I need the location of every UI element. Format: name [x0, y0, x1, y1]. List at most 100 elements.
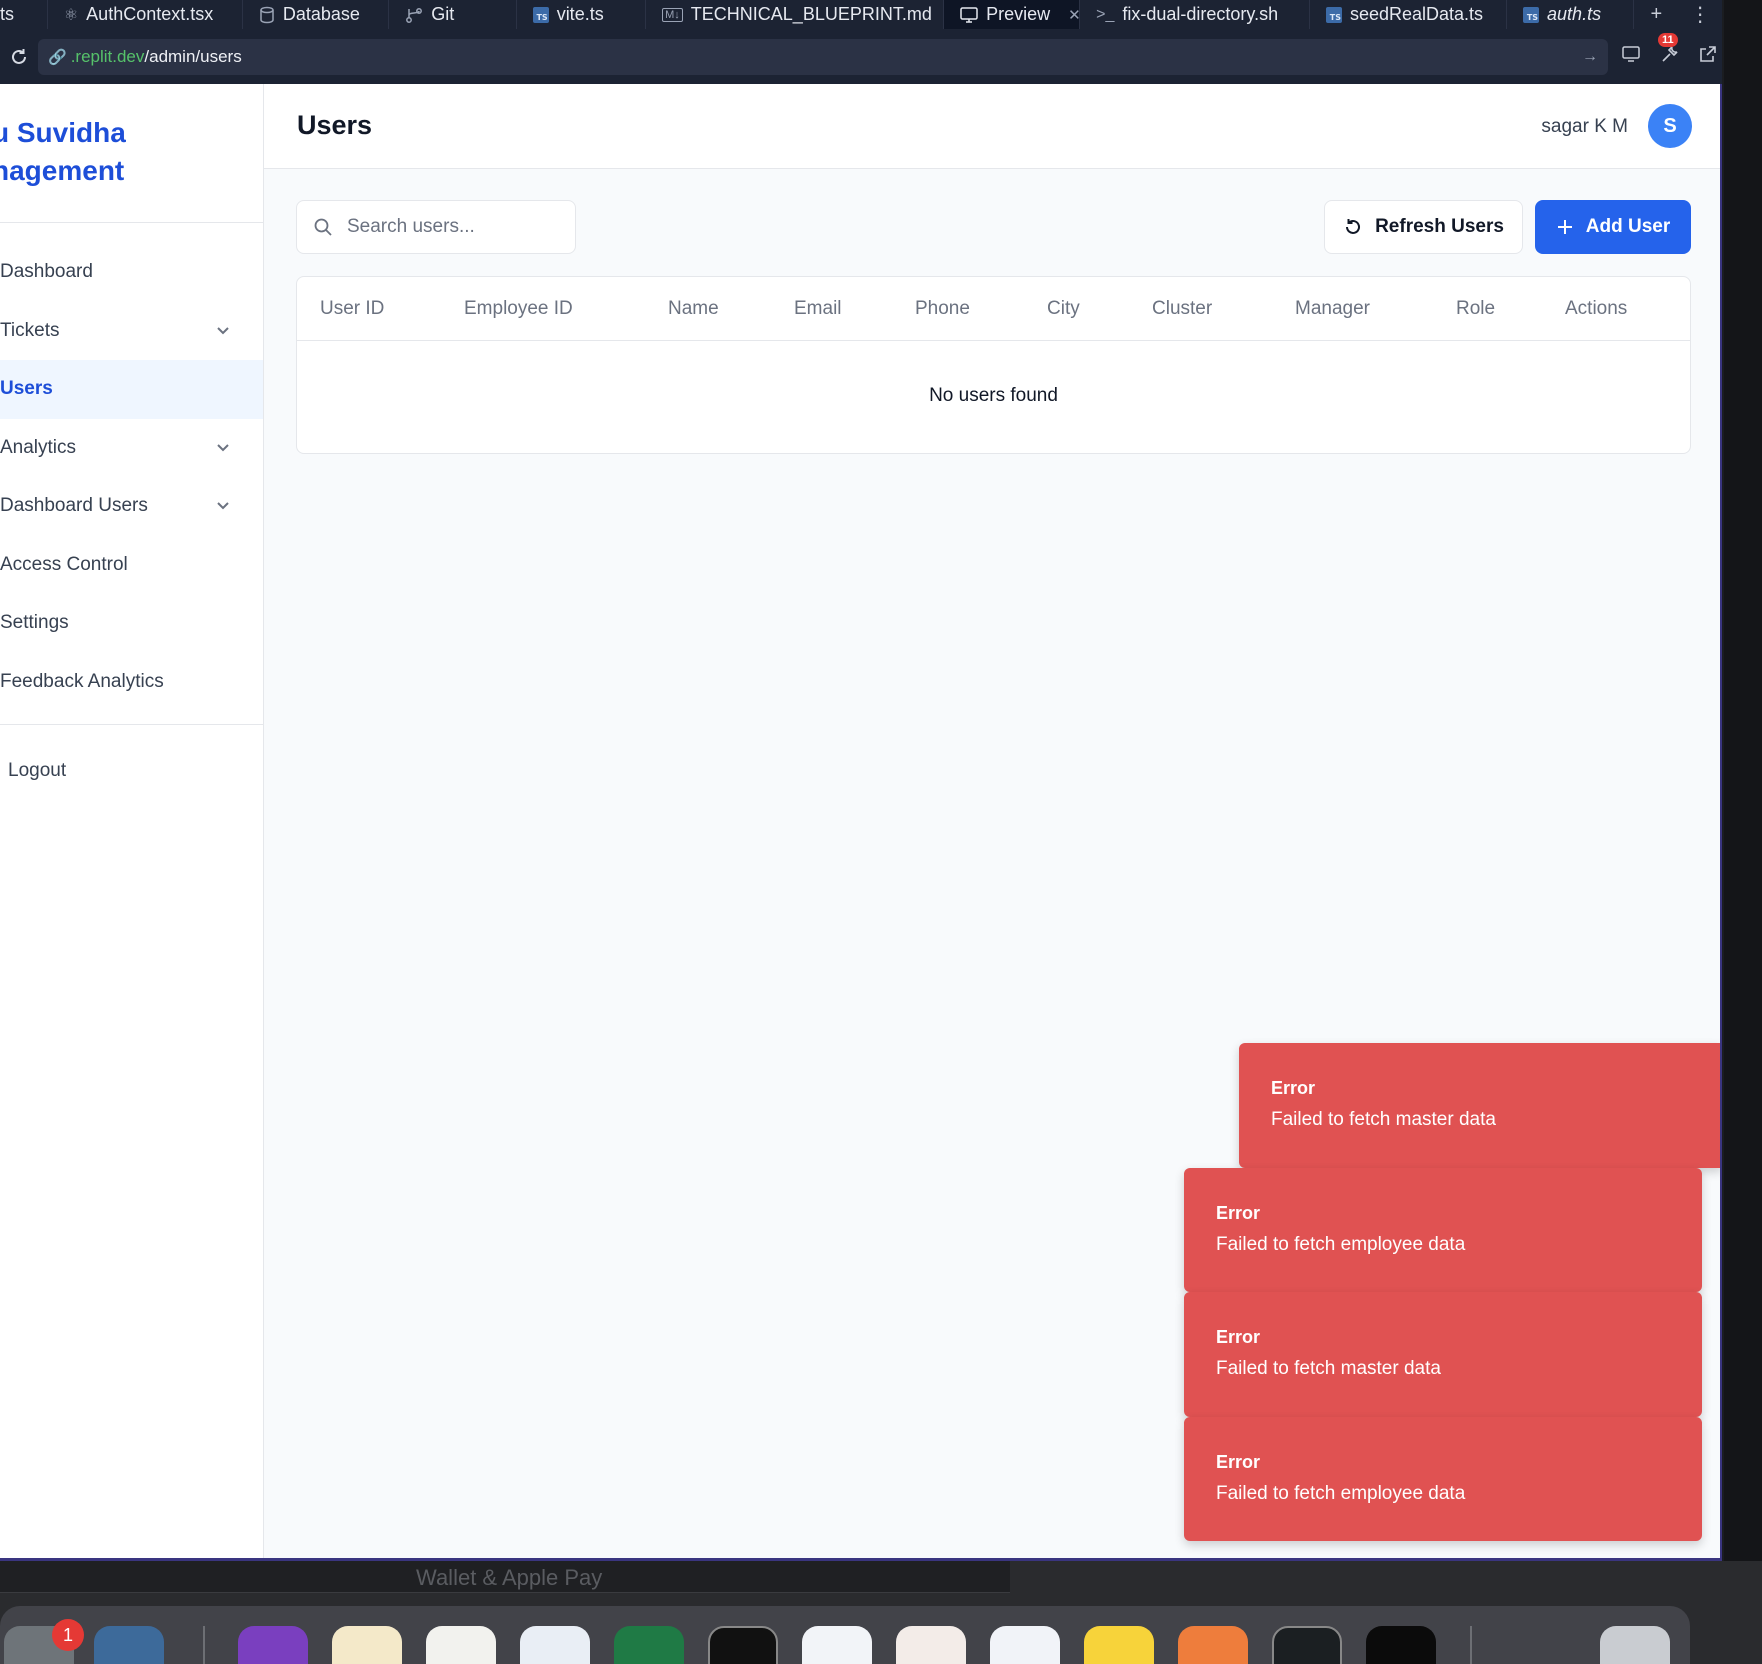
url-field[interactable]: 🔗 .replit.dev /admin/users → — [38, 38, 1608, 75]
sidebar-item-label: Analytics — [0, 436, 77, 458]
search-box — [296, 200, 576, 254]
powerpoint-icon[interactable] — [896, 1626, 966, 1664]
brand-line-1: u Suvidha — [0, 117, 126, 148]
tab-label: seedRealData.ts — [1349, 4, 1484, 24]
toast-message: Failed to fetch master data — [1271, 1109, 1496, 1130]
reload-icon[interactable] — [0, 29, 38, 84]
logout-button[interactable]: Logout — [8, 760, 66, 782]
refresh-users-button[interactable]: Refresh Users — [1324, 200, 1523, 254]
background-window-text: Wallet & Apple Pay — [416, 1565, 603, 1590]
app-icon[interactable] — [332, 1626, 402, 1664]
toast-title: Error — [1216, 1327, 1261, 1347]
tab-technical-blueprint[interactable]: M↓ TECHNICAL_BLUEPRINT.md — [646, 0, 945, 29]
tab-authcontext[interactable]: ⚛ AuthContext.tsx — [48, 0, 243, 29]
error-toast[interactable]: Error Failed to fetch employee data — [1184, 1168, 1702, 1292]
error-toast[interactable]: Error Failed to fetch master data — [1239, 1043, 1720, 1168]
sidebar-item-users[interactable]: Users — [0, 360, 263, 419]
tab-label: Git — [431, 4, 455, 24]
tab-label: Preview — [986, 4, 1051, 24]
search-icon — [314, 218, 332, 236]
add-user-button[interactable]: Add User — [1535, 200, 1691, 254]
table-header: User ID Employee ID Name Email Phone Cit… — [297, 277, 1690, 341]
sidebar-nav: Dashboard Tickets Users Analytics Dashbo… — [0, 223, 263, 711]
background-window-strip: Wallet & Apple Pay — [0, 1561, 1010, 1593]
brand-line-2: nagement — [0, 155, 125, 186]
arrow-right-icon[interactable]: → — [1582, 48, 1598, 66]
devices-icon[interactable] — [1622, 45, 1642, 69]
tab-ts[interactable]: ts — [0, 0, 48, 29]
column-header[interactable]: Phone — [915, 298, 970, 320]
user-name: sagar K M — [1541, 116, 1628, 137]
sidebar-item-access-control[interactable]: Access Control — [0, 536, 263, 595]
devtools-wrench-icon[interactable]: 11 — [1658, 32, 1680, 70]
toast-title: Error — [1271, 1078, 1316, 1098]
excel-icon[interactable] — [614, 1626, 684, 1664]
monitor-icon — [960, 6, 978, 23]
notification-badge: 11 — [1658, 32, 1678, 47]
chrome-icon[interactable] — [520, 1626, 590, 1664]
github-desktop-icon[interactable] — [238, 1626, 308, 1664]
link-icon: 🔗 — [48, 48, 67, 66]
column-header[interactable]: Name — [668, 298, 719, 320]
sidebar-item-tickets[interactable]: Tickets — [0, 302, 263, 361]
vscode-icon[interactable] — [802, 1626, 872, 1664]
users-table: User ID Employee ID Name Email Phone Cit… — [296, 276, 1691, 454]
tab-git[interactable]: Git — [389, 0, 517, 29]
avatar[interactable]: S — [1648, 104, 1692, 148]
word-icon[interactable] — [990, 1626, 1060, 1664]
column-header[interactable]: Manager — [1295, 298, 1370, 320]
toast-title: Error — [1216, 1452, 1261, 1472]
brand-logo: u Suvidha nagement — [0, 84, 263, 223]
error-toast[interactable]: Error Failed to fetch master data — [1184, 1292, 1702, 1417]
activity-monitor-icon[interactable] — [1272, 1626, 1342, 1664]
tab-fix-dual-directory[interactable]: >_ fix-dual-directory.sh — [1080, 0, 1310, 29]
empty-state-message: No users found — [929, 385, 1058, 406]
tab-auth[interactable]: TS auth.ts — [1507, 0, 1635, 29]
mysql-workbench-icon[interactable] — [94, 1626, 164, 1664]
column-header[interactable]: Cluster — [1152, 298, 1212, 320]
mail-icon[interactable] — [1366, 1626, 1436, 1664]
postman-icon[interactable] — [1178, 1626, 1248, 1664]
chevron-down-icon — [217, 327, 229, 335]
column-header[interactable]: Email — [794, 298, 842, 320]
sidebar-item-dashboard[interactable]: Dashboard — [0, 243, 263, 302]
git-icon — [405, 6, 423, 24]
notion-icon[interactable] — [426, 1626, 496, 1664]
terminal-icon: >_ — [1096, 5, 1115, 23]
sidebar-item-analytics[interactable]: Analytics — [0, 419, 263, 478]
markdown-file-icon: M↓ — [662, 7, 683, 22]
tab-label: TECHNICAL_BLUEPRINT.md — [690, 4, 932, 24]
search-input[interactable] — [347, 216, 547, 238]
tab-vite[interactable]: TS vite.ts — [517, 0, 647, 29]
tab-seedrealdata[interactable]: TS seedRealData.ts — [1310, 0, 1508, 29]
more-options-icon[interactable]: ⋮ — [1678, 0, 1722, 29]
tab-database[interactable]: Database — [243, 0, 390, 29]
miro-icon[interactable] — [1084, 1626, 1154, 1664]
new-tab-plus-icon[interactable]: + — [1634, 0, 1678, 29]
header: Users sagar K M S — [264, 84, 1720, 169]
dock-badge: 1 — [52, 1619, 84, 1651]
column-header[interactable]: Role — [1456, 298, 1495, 320]
column-header: Actions — [1565, 298, 1628, 319]
column-header[interactable]: Employee ID — [464, 298, 573, 320]
chevron-down-icon — [217, 502, 229, 510]
sidebar-item-label: Settings — [0, 612, 69, 634]
column-header[interactable]: User ID — [320, 298, 384, 320]
terminal-icon[interactable] — [708, 1626, 778, 1664]
url-path: /admin/users — [144, 46, 242, 66]
error-toast[interactable]: Error Failed to fetch employee data — [1184, 1417, 1702, 1541]
trash-icon[interactable] — [1600, 1626, 1670, 1664]
column-header[interactable]: City — [1047, 298, 1080, 320]
tab-label: ts — [0, 4, 15, 24]
preview-url-bar: 🔗 .replit.dev /admin/users → 11 — [0, 29, 1722, 84]
sidebar-item-label: Feedback Analytics — [0, 670, 164, 692]
tab-preview[interactable]: Preview ✕ — [944, 0, 1081, 29]
sidebar-item-feedback-analytics[interactable]: Feedback Analytics — [0, 653, 263, 712]
typescript-file-icon: TS — [1523, 6, 1540, 23]
sidebar-item-label: Dashboard — [0, 261, 93, 283]
close-icon[interactable]: ✕ — [1068, 6, 1081, 24]
sidebar-item-dashboard-users[interactable]: Dashboard Users — [0, 477, 263, 536]
sidebar-item-settings[interactable]: Settings — [0, 594, 263, 653]
open-external-icon[interactable] — [1698, 44, 1718, 70]
toast-message: Failed to fetch employee data — [1216, 1234, 1466, 1255]
